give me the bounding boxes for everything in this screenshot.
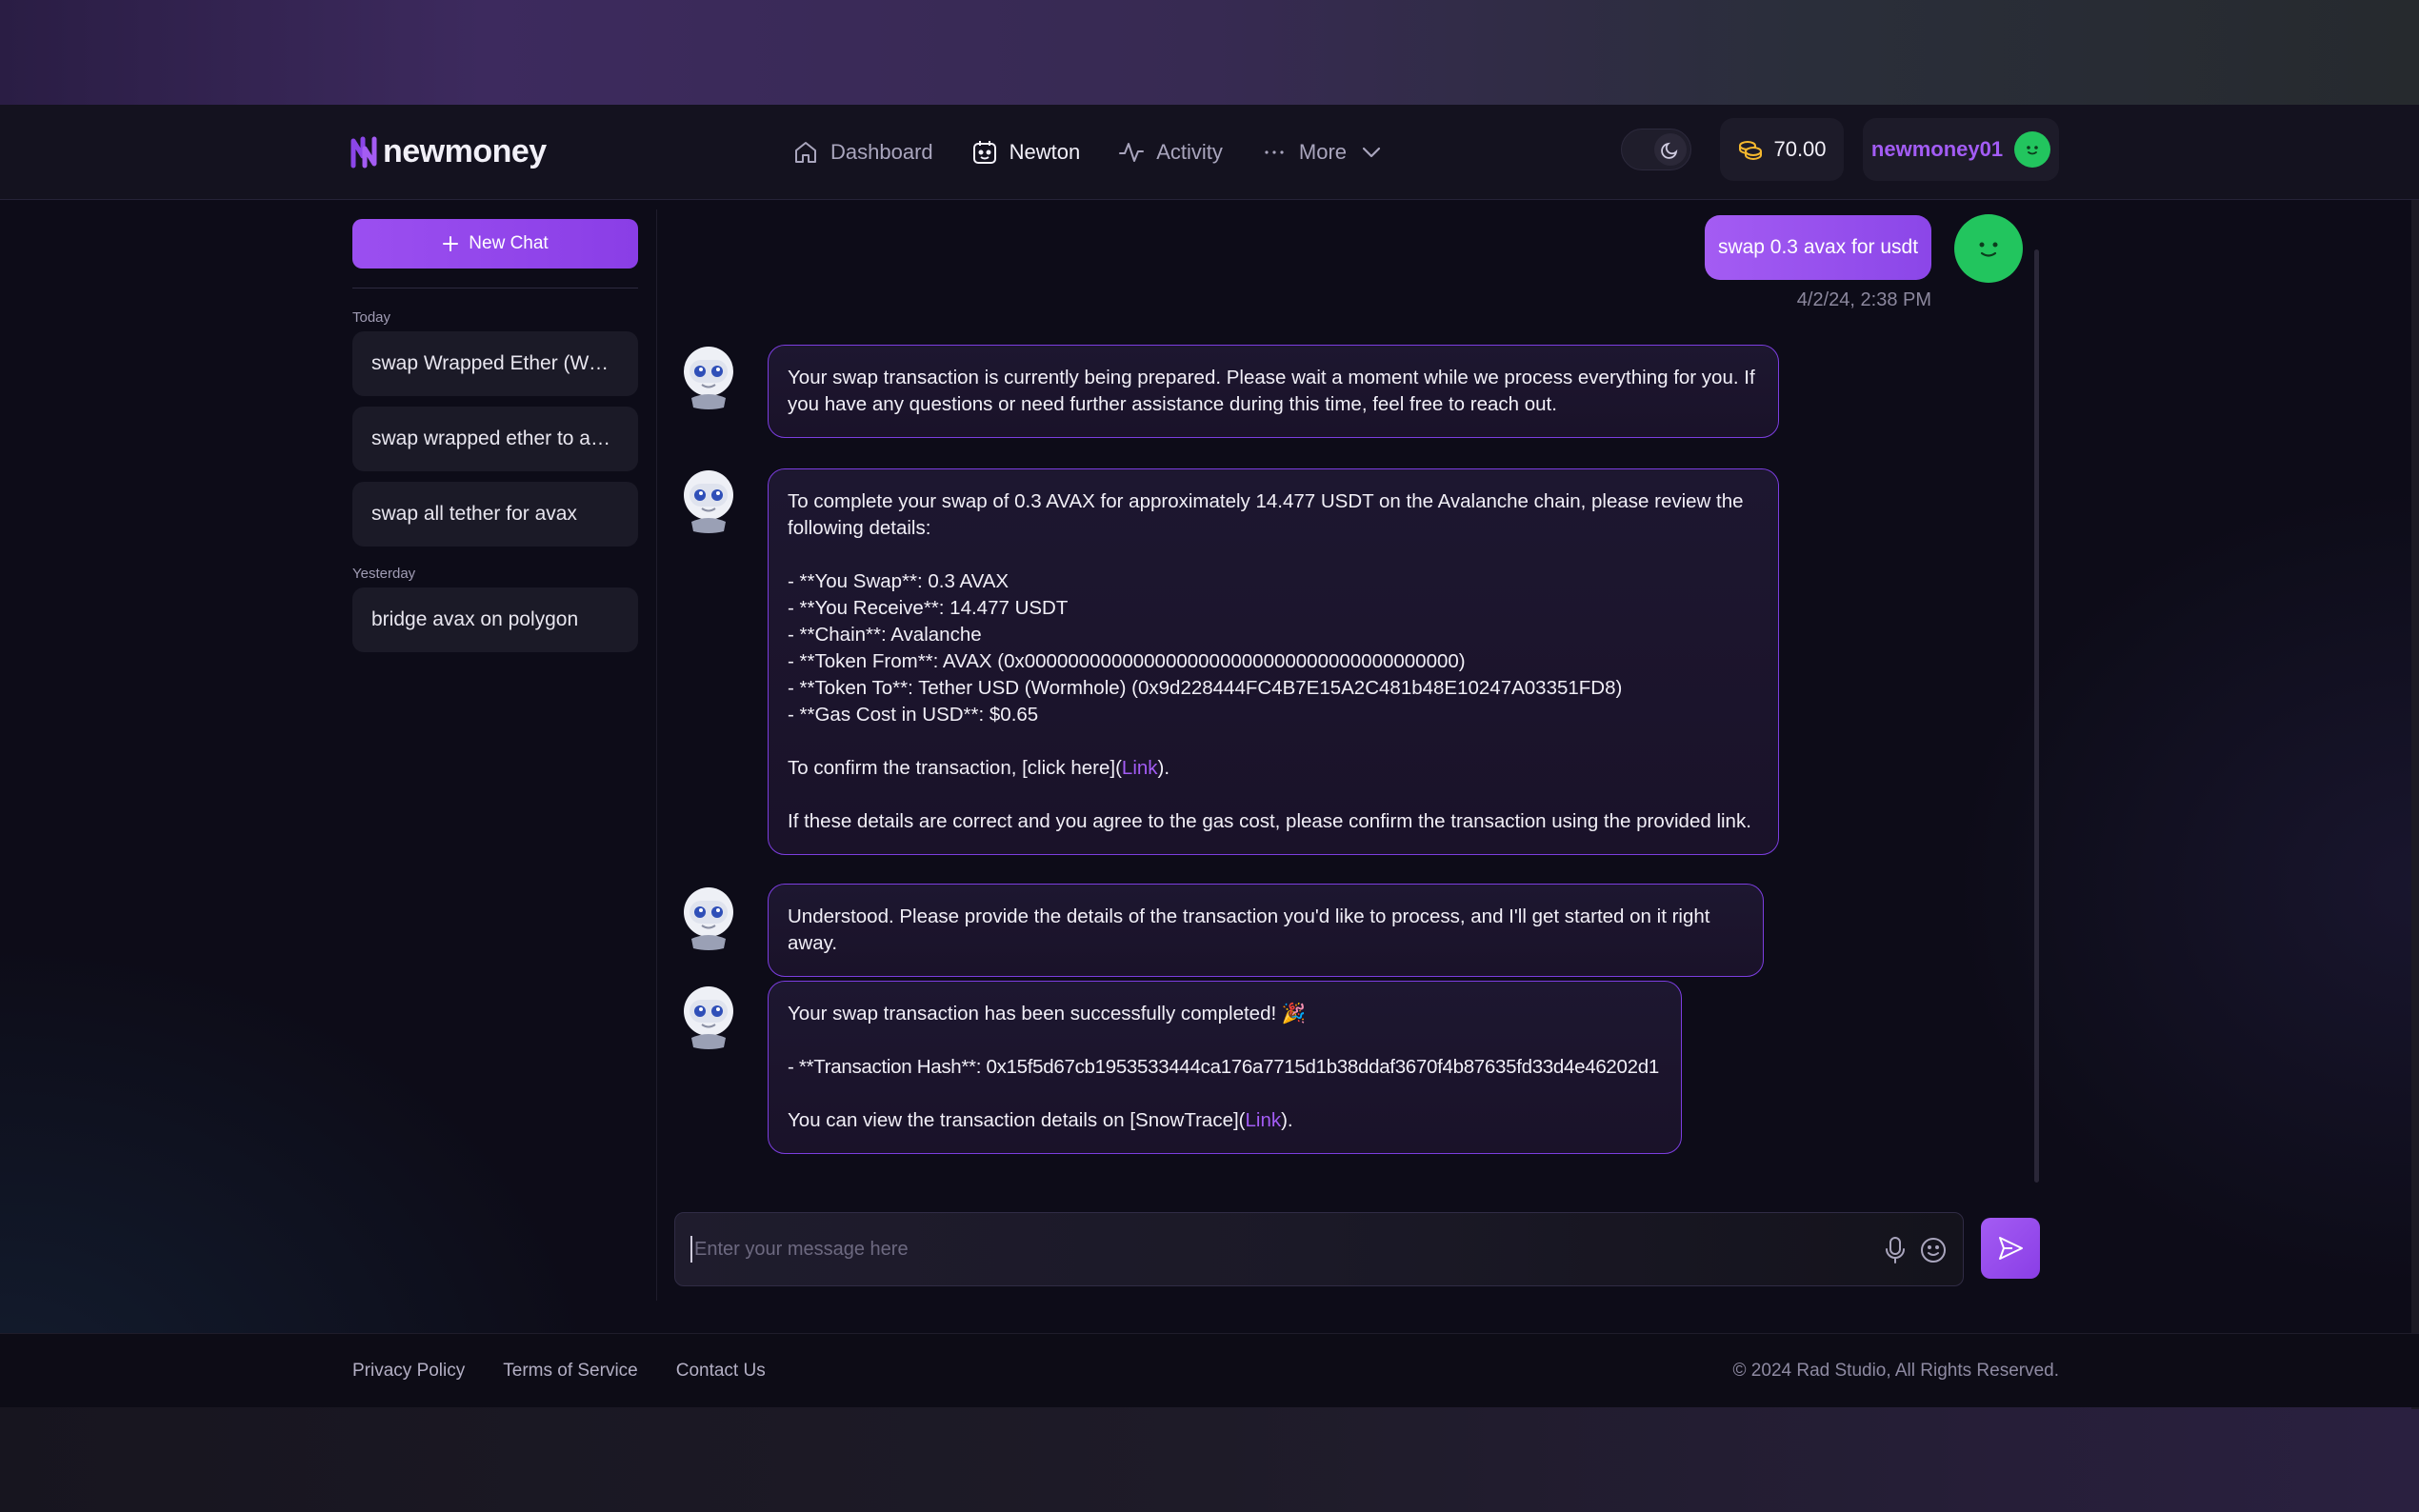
user-message-avatar: [1954, 214, 2023, 283]
robot-calendar-icon: [972, 141, 996, 164]
new-chat-button[interactable]: New Chat: [352, 219, 638, 269]
message-line: Understood. Please provide the details o…: [788, 905, 1710, 954]
nav-newton[interactable]: Newton: [971, 139, 1081, 166]
nav-newton-label: Newton: [1009, 140, 1081, 164]
theme-toggle[interactable]: [1621, 129, 1691, 170]
message-line: following details:: [788, 517, 931, 539]
robot-avatar-icon: [684, 347, 733, 409]
moon-icon: [1661, 142, 1678, 159]
chat-history-sidebar: New Chat Today swap Wrapped Ether (Wor..…: [352, 219, 638, 663]
message-line: To complete your swap of 0.3 AVAX for ap…: [788, 490, 1744, 512]
history-item[interactable]: bridge avax on polygon: [352, 587, 638, 652]
send-button[interactable]: [1981, 1218, 2040, 1279]
message-line: If these details are correct and you agr…: [788, 810, 1751, 832]
nav-dashboard-label: Dashboard: [830, 140, 933, 164]
detail-line: - **Gas Cost in USD**: $0.65: [788, 704, 1039, 726]
view-suffix: ).: [1281, 1109, 1293, 1131]
smiley-face-icon: [1979, 242, 1998, 257]
section-label-today: Today: [352, 309, 391, 326]
newmoney-logo-icon: [350, 136, 377, 168]
message-input[interactable]: [690, 1236, 1833, 1263]
copyright-text: © 2024 Rad Studio, All Rights Reserved.: [1732, 1361, 2059, 1381]
footer: Privacy Policy Terms of Service Contact …: [0, 1333, 2419, 1407]
new-chat-label: New Chat: [469, 233, 549, 253]
transaction-hash: - **Transaction Hash**: 0x15f5d67cb19535…: [788, 1056, 1659, 1078]
footer-links: Privacy Policy Terms of Service Contact …: [352, 1361, 766, 1382]
confirm-suffix: ).: [1157, 757, 1170, 779]
plus-icon: [443, 236, 459, 251]
main-nav: Dashboard Newton Activity More: [792, 133, 1385, 171]
detail-line: - **Chain**: Avalanche: [788, 624, 982, 646]
send-icon: [1999, 1237, 2023, 1260]
robot-avatar-icon: [684, 470, 733, 533]
chat-scrollbar[interactable]: [2034, 249, 2039, 1183]
history-item-label: bridge avax on polygon: [371, 608, 579, 630]
home-icon: [795, 142, 816, 163]
confirm-link[interactable]: Link: [1122, 757, 1158, 779]
history-item-label: swap wrapped ether to avax: [371, 428, 619, 449]
robot-avatar-icon: [684, 887, 733, 950]
message-line: you have any questions or need further a…: [788, 393, 1557, 415]
message-line: Your swap transaction is currently being…: [788, 367, 1755, 388]
nav-activity-label: Activity: [1156, 140, 1223, 164]
smiley-face-icon: [2027, 146, 2038, 155]
emoji-icon[interactable]: [1919, 1236, 1948, 1264]
history-item-label: swap Wrapped Ether (Wor...: [371, 352, 619, 374]
nav-more[interactable]: More: [1261, 139, 1385, 166]
sidebar-separator: [656, 209, 657, 1301]
robot-avatar-icon: [684, 986, 733, 1049]
user-menu[interactable]: newmoney01: [1863, 118, 2059, 181]
assistant-message-bubble: Your swap transaction is currently being…: [768, 345, 1779, 438]
more-icon: [1265, 150, 1284, 154]
nav-more-label: More: [1298, 140, 1348, 164]
page-scrollbar[interactable]: [2411, 105, 2419, 1409]
detail-line: - **You Swap**: 0.3 AVAX: [788, 570, 1010, 592]
assistant-message-bubble: Understood. Please provide the details o…: [768, 884, 1764, 977]
assistant-message-bubble: Your swap transaction has been successfu…: [768, 981, 1682, 1154]
activity-icon: [1119, 143, 1145, 162]
assistant-message-bubble: To complete your swap of 0.3 AVAX for ap…: [768, 468, 1779, 855]
privacy-policy-link[interactable]: Privacy Policy: [352, 1361, 465, 1382]
microphone-icon[interactable]: [1883, 1236, 1908, 1264]
view-prefix: You can view the transaction details on …: [788, 1109, 1246, 1131]
detail-line: - **Token From**: AVAX (0x00000000000000…: [788, 650, 1466, 672]
coins-icon: [1739, 141, 1763, 161]
confirm-prefix: To confirm the transaction, [click here]…: [788, 757, 1122, 779]
page-bottom-backdrop: [0, 1407, 2419, 1512]
nav-activity[interactable]: Activity: [1118, 139, 1223, 166]
brand-logo[interactable]: newmoney: [350, 133, 547, 170]
detail-line: - **You Receive**: 14.477 USDT: [788, 597, 1069, 619]
nav-dashboard[interactable]: Dashboard: [792, 139, 933, 166]
page-top-backdrop: [0, 0, 2419, 105]
chevron-down-icon: [1362, 147, 1381, 158]
coin-balance[interactable]: 70.00: [1720, 118, 1844, 181]
contact-us-link[interactable]: Contact Us: [676, 1361, 766, 1382]
history-item-label: swap all tether for avax: [371, 503, 577, 525]
username: newmoney01: [1870, 137, 2004, 161]
snowtrace-link[interactable]: Link: [1246, 1109, 1282, 1131]
terms-of-service-link[interactable]: Terms of Service: [503, 1361, 637, 1382]
section-label-yesterday: Yesterday: [352, 566, 416, 582]
view-line: You can view the transaction details on …: [788, 1107, 1662, 1134]
history-item[interactable]: swap all tether for avax: [352, 482, 638, 547]
confirm-line: To confirm the transaction, [click here]…: [788, 755, 1759, 782]
message-timestamp: 4/2/24, 2:38 PM: [1796, 289, 1931, 310]
history-item[interactable]: swap Wrapped Ether (Wor...: [352, 331, 638, 396]
avatar: [2014, 131, 2051, 168]
detail-line: - **Token To**: Tether USD (Wormhole) (0…: [788, 677, 1623, 699]
history-item[interactable]: swap wrapped ether to avax: [352, 407, 638, 471]
user-message-bubble: swap 0.3 avax for usdt: [1705, 215, 1931, 280]
balance-value: 70.00: [1773, 137, 1827, 161]
message-composer: [674, 1212, 1964, 1286]
brand-name: newmoney: [383, 133, 547, 169]
message-line: Your swap transaction has been successfu…: [788, 1003, 1307, 1025]
theme-knob: [1654, 133, 1687, 166]
